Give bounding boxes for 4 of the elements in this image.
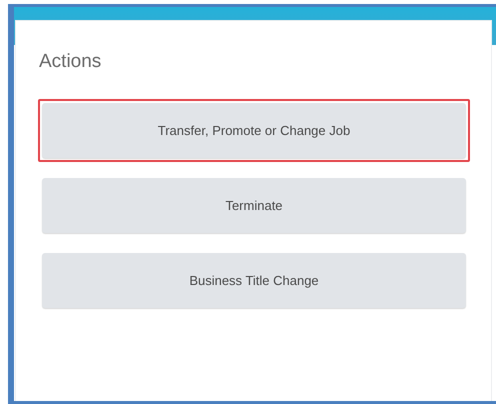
action-button[interactable]: Transfer, Promote or Change Job	[42, 103, 466, 158]
action-button[interactable]: Terminate	[42, 178, 466, 233]
action-button[interactable]: Business Title Change	[42, 253, 466, 308]
panel-title: Actions	[39, 51, 102, 73]
